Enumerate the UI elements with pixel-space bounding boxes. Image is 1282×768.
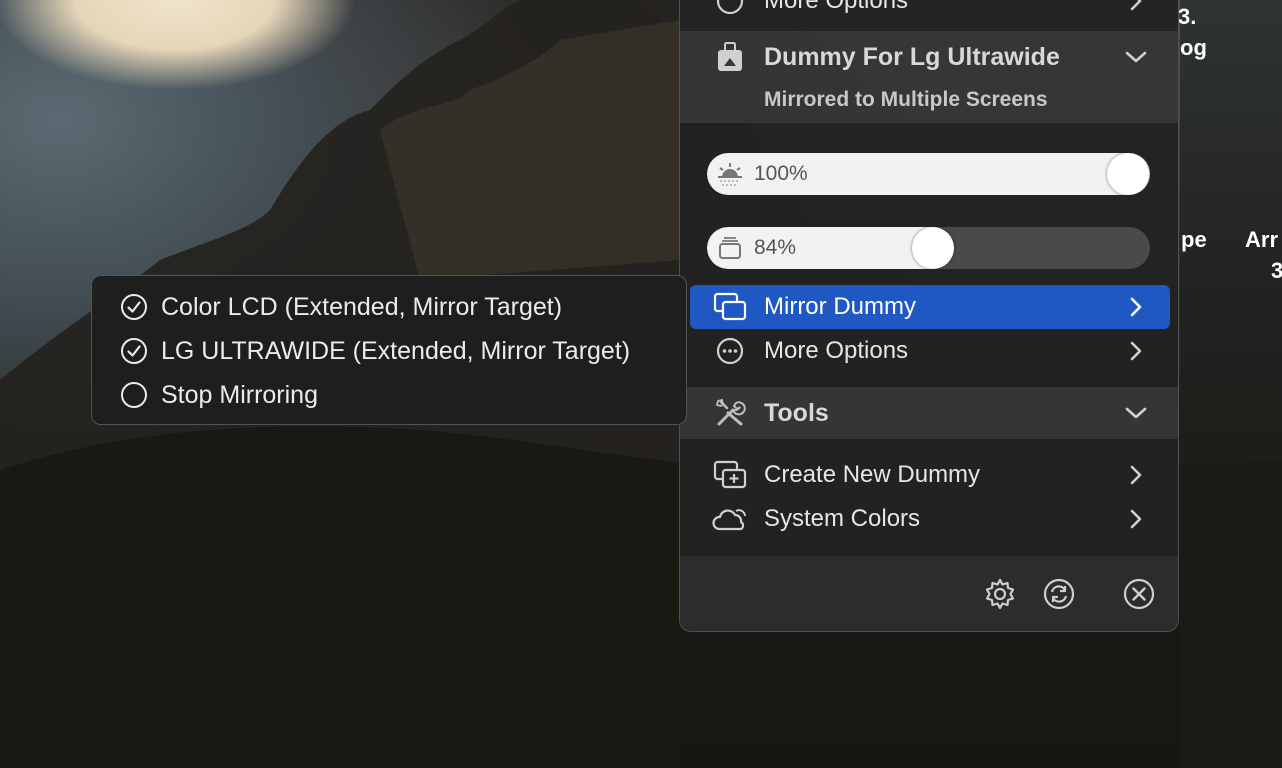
display-status-subtitle: Mirrored to Multiple Screens: [764, 88, 1048, 111]
menu-item-system-colors[interactable]: System Colors: [690, 497, 1170, 541]
stack-icon: [715, 233, 745, 263]
chevron-right-icon: [1122, 296, 1150, 318]
chevron-right-icon: [1122, 340, 1150, 362]
cloud-sun-icon: [710, 501, 750, 537]
wallpaper-text-fragment: 3: [1271, 258, 1282, 283]
tools-title: Tools: [764, 398, 829, 427]
mirror-screens-icon: [710, 289, 750, 325]
close-icon: [1122, 577, 1156, 616]
mirror-dummy-submenu: Color LCD (Extended, Mirror Target) LG U…: [91, 275, 687, 425]
dim-value: 84%: [754, 236, 797, 259]
wallpaper-text-fragment: 3.: [1178, 4, 1197, 29]
brightness-slider[interactable]: 100%: [707, 153, 1150, 195]
refresh-button[interactable]: [1041, 578, 1077, 614]
quit-button[interactable]: [1121, 578, 1157, 614]
ellipsis-circle-icon: [710, 333, 750, 369]
chevron-down-icon[interactable]: [1122, 49, 1150, 65]
gear-icon: [983, 577, 1017, 616]
settings-button[interactable]: [982, 578, 1018, 614]
add-display-icon: [710, 457, 750, 493]
menu-item-label: System Colors: [764, 505, 921, 532]
chevron-right-icon: [1122, 508, 1150, 530]
empty-circle-icon: [119, 380, 149, 410]
submenu-item-stop-mirroring[interactable]: Stop Mirroring: [92, 373, 688, 417]
dim-slider[interactable]: 84%: [707, 227, 1150, 269]
wallpaper-text-fragment: og: [1180, 35, 1207, 60]
menu-item-label: Mirror Dummy: [764, 293, 916, 320]
menu-item-mirror-dummy[interactable]: Mirror Dummy: [690, 285, 1170, 329]
display-dummy-icon: [710, 39, 750, 75]
display-section-title-row[interactable]: Dummy For Lg Ultrawide: [690, 35, 1170, 79]
wallpaper-text-fragment: Arr: [1245, 227, 1279, 252]
brightness-slider-knob[interactable]: [1107, 153, 1149, 195]
tools-section-title-row[interactable]: Tools: [690, 391, 1170, 435]
brightness-value: 100%: [754, 162, 808, 185]
menu-item-label: More Options: [764, 0, 909, 14]
refresh-icon: [1042, 577, 1076, 616]
menu-item-more-options-top[interactable]: More Options: [690, 0, 1170, 23]
chevron-right-icon: [1122, 464, 1150, 486]
menu-item-more-options[interactable]: More Options: [690, 329, 1170, 373]
menu-item-create-new-dummy[interactable]: Create New Dummy: [690, 453, 1170, 497]
checkmark-circle-icon: [119, 336, 149, 366]
wallpaper-text-fragment: pe: [1181, 227, 1207, 252]
dim-slider-knob[interactable]: [912, 227, 954, 269]
submenu-item-color-lcd[interactable]: Color LCD (Extended, Mirror Target): [92, 285, 688, 329]
chevron-right-icon: [1122, 0, 1150, 12]
menu-footer: [680, 556, 1178, 631]
chevron-down-icon[interactable]: [1122, 405, 1150, 421]
sun-horizon-icon: [715, 159, 745, 189]
wrench-screwdriver-icon: [710, 395, 750, 431]
submenu-item-label: Color LCD (Extended, Mirror Target): [161, 292, 563, 321]
submenu-item-label: LG ULTRAWIDE (Extended, Mirror Target): [161, 336, 631, 365]
submenu-item-label: Stop Mirroring: [161, 380, 318, 409]
menu-item-label: More Options: [764, 337, 909, 364]
checkmark-circle-icon: [119, 292, 149, 322]
submenu-item-lg-ultrawide[interactable]: LG ULTRAWIDE (Extended, Mirror Target): [92, 329, 688, 373]
display-name: Dummy For Lg Ultrawide: [764, 42, 1060, 71]
ellipsis-circle-icon: [710, 0, 750, 19]
menu-item-label: Create New Dummy: [764, 461, 981, 488]
app-menu-panel: More Options Dummy For Lg Ultrawide Mirr…: [679, 0, 1179, 632]
